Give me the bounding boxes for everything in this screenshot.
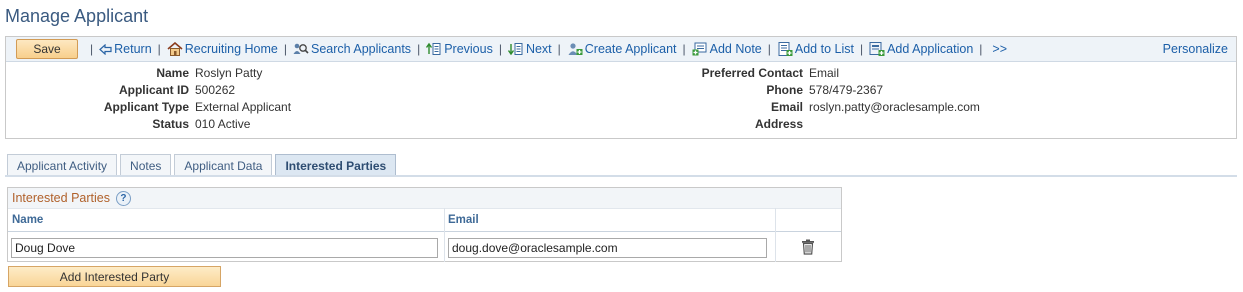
search-people-icon	[293, 43, 309, 56]
grid-title-bar: Interested Parties ?	[8, 188, 841, 208]
toolbar-separator: |	[90, 42, 94, 56]
toolbar: Save | Return | Recruiting Home | Search…	[6, 37, 1236, 62]
toolbar-separator: |	[157, 42, 161, 56]
summary-row-preferred-contact: Preferred Contact Email	[701, 66, 840, 80]
create-applicant-link[interactable]: Create Applicant	[567, 42, 677, 56]
grid-title: Interested Parties	[12, 191, 110, 205]
add-to-list-link[interactable]: Add to List	[777, 42, 854, 56]
toolbar-separator: |	[498, 42, 502, 56]
previous-icon	[426, 42, 442, 56]
tab-notes[interactable]: Notes	[120, 154, 172, 176]
toolbar-separator: |	[682, 42, 686, 56]
return-link[interactable]: Return	[99, 42, 152, 56]
summary-row-phone: Phone 578/479-2367	[766, 83, 884, 97]
tab-underline	[5, 175, 1237, 177]
add-note-icon	[692, 42, 708, 56]
previous-link[interactable]: Previous	[426, 42, 493, 56]
more-actions-link[interactable]: >>	[992, 42, 1007, 56]
return-arrow-icon	[99, 43, 112, 56]
toolbar-separator: |	[767, 42, 771, 56]
next-link[interactable]: Next	[507, 42, 552, 56]
tab-applicant-data[interactable]: Applicant Data	[174, 154, 273, 176]
column-divider	[444, 208, 445, 262]
name-field[interactable]: Doug Dove	[11, 238, 438, 258]
tab-bar: Applicant Activity Notes Applicant Data …	[7, 154, 399, 176]
tab-applicant-activity[interactable]: Applicant Activity	[7, 154, 118, 176]
next-icon	[507, 43, 524, 56]
add-to-list-icon	[777, 42, 793, 56]
grid-header: Name Email	[8, 208, 841, 232]
help-icon[interactable]: ?	[115, 190, 131, 206]
summary-row-address: Address	[754, 117, 803, 131]
add-note-link[interactable]: Add Note	[692, 42, 762, 56]
email-field[interactable]: doug.dove@oraclesample.com	[448, 238, 767, 258]
column-header-name[interactable]: Name	[12, 214, 43, 226]
delete-row-icon[interactable]	[801, 239, 815, 255]
toolbar-separator: |	[283, 42, 287, 56]
page-title: Manage Applicant	[5, 6, 149, 26]
home-icon	[167, 42, 183, 56]
search-applicants-link[interactable]: Search Applicants	[293, 42, 411, 56]
applicant-header-panel: Save | Return | Recruiting Home | Search…	[5, 36, 1237, 139]
save-button[interactable]: Save	[16, 39, 78, 59]
add-application-link[interactable]: Add Application	[869, 42, 973, 56]
recruiting-home-link[interactable]: Recruiting Home	[167, 42, 278, 56]
toolbar-separator: |	[557, 42, 561, 56]
column-divider	[775, 208, 776, 262]
column-header-email[interactable]: Email	[448, 214, 479, 226]
add-interested-party-button[interactable]: Add Interested Party	[8, 266, 221, 287]
personalize-link[interactable]: Personalize	[1163, 42, 1228, 56]
interested-parties-grid: Interested Parties ? Name Email Doug Dov…	[7, 187, 842, 262]
add-application-icon	[869, 42, 885, 56]
toolbar-separator: |	[979, 42, 983, 56]
toolbar-separator: |	[417, 42, 421, 56]
tab-interested-parties[interactable]: Interested Parties	[275, 154, 397, 176]
toolbar-separator: |	[859, 42, 864, 56]
create-person-icon	[567, 43, 583, 56]
summary-row-email: Email roslyn.patty@oraclesample.com	[770, 100, 980, 114]
